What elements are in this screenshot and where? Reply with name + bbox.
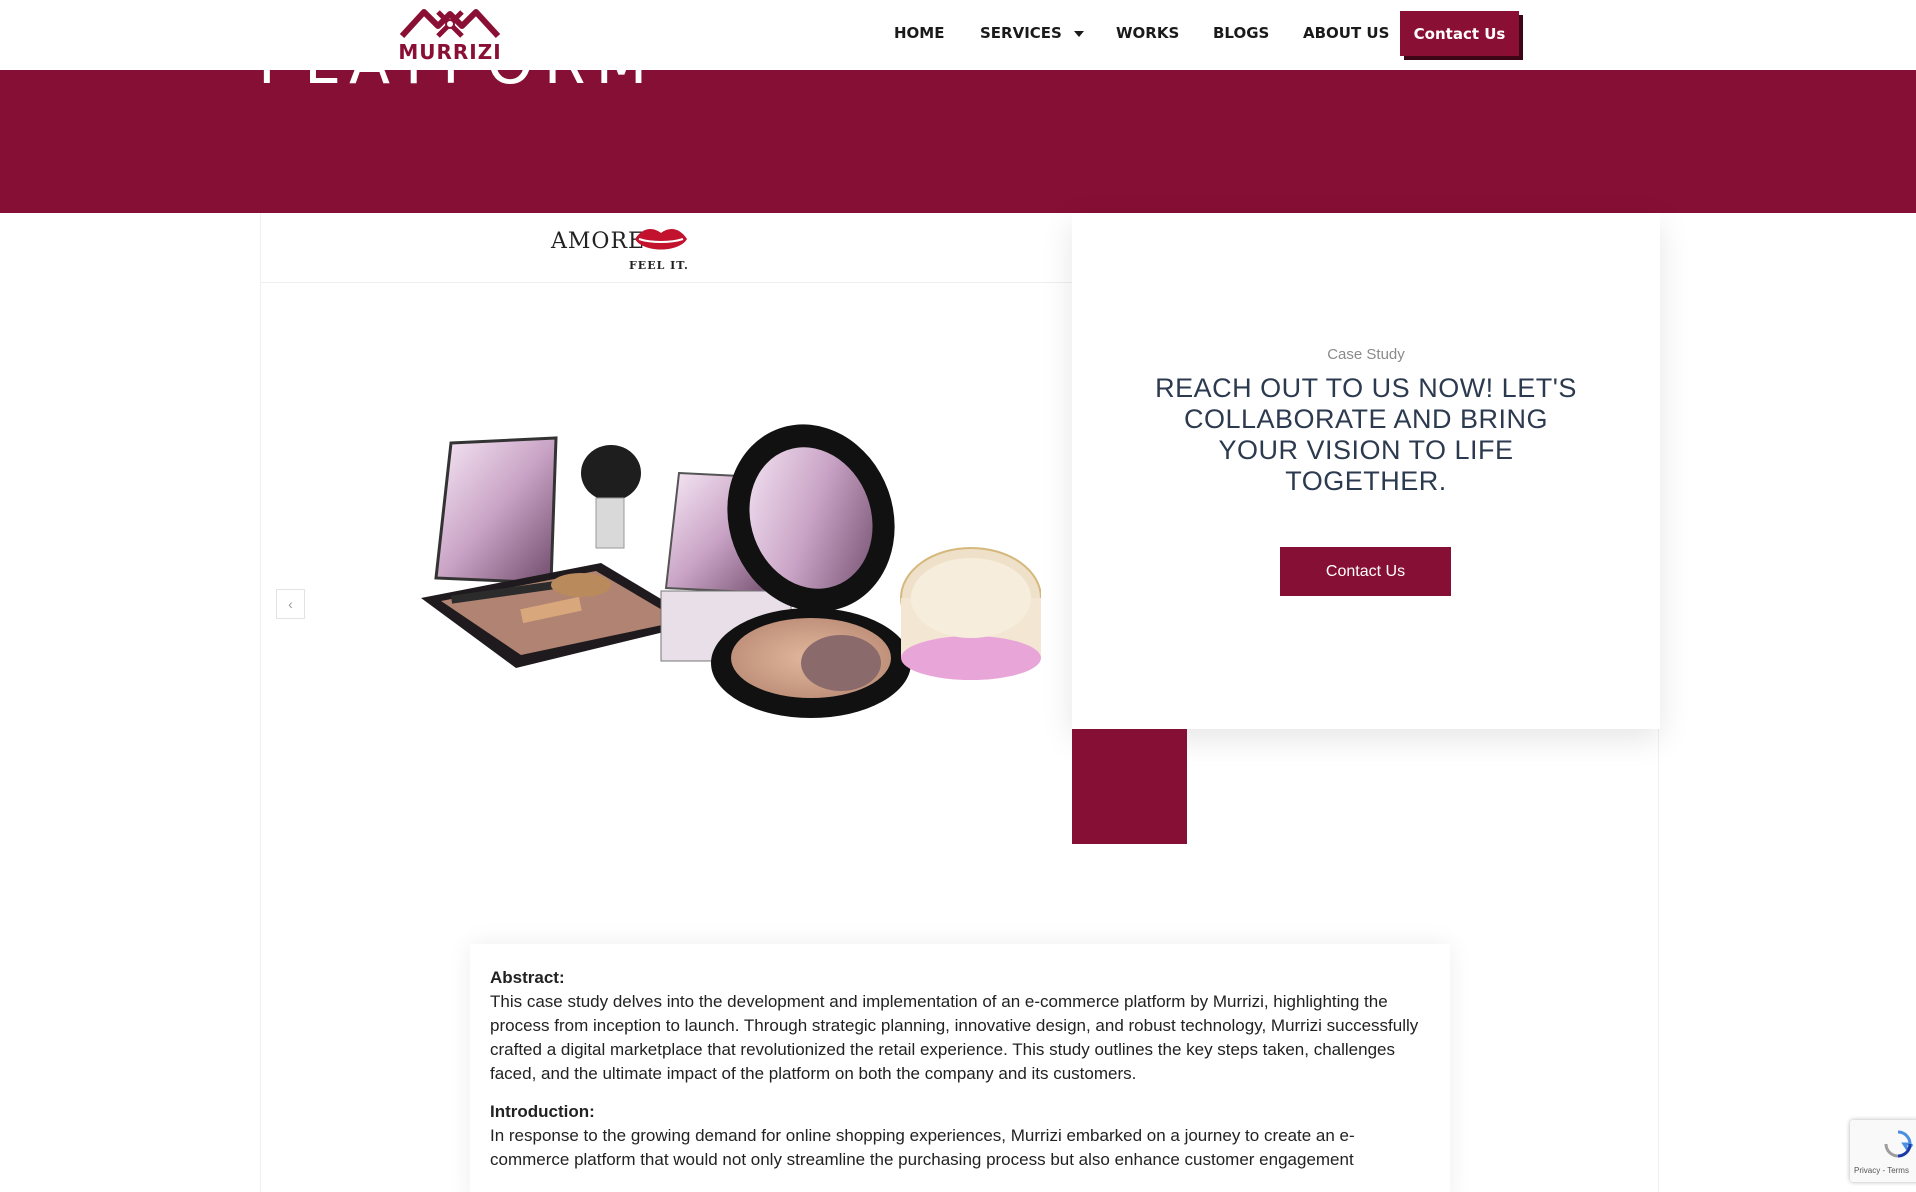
header-contact-button[interactable]: Contact Us	[1400, 11, 1519, 56]
page: MURRIZI HOME SERVICES WORKS BLOGS ABOUT …	[0, 0, 1916, 1192]
chevron-down-icon	[1073, 30, 1084, 37]
recaptcha-icon	[1884, 1130, 1914, 1158]
hero-title: PLATFORM	[258, 70, 657, 98]
nav-services[interactable]: SERVICES	[980, 24, 1084, 42]
brand-strip: AMORE FEEL IT.	[261, 213, 1072, 283]
nav-services-label: SERVICES	[980, 24, 1062, 42]
site-header: MURRIZI HOME SERVICES WORKS BLOGS ABOUT …	[0, 0, 1916, 70]
article-box: Abstract: This case study delves into th…	[470, 944, 1450, 1192]
recaptcha-badge[interactable]: Privacy - Terms	[1850, 1120, 1916, 1182]
murrizi-logo[interactable]: MURRIZI	[398, 4, 502, 64]
nav-home[interactable]: HOME	[894, 24, 944, 42]
recaptcha-links[interactable]: Privacy - Terms	[1854, 1166, 1909, 1175]
brand-tagline: FEEL IT.	[629, 259, 689, 272]
hero-banner: PLATFORM	[0, 70, 1916, 213]
nav-blogs[interactable]: BLOGS	[1213, 24, 1269, 42]
slider-prev-button[interactable]: ‹	[276, 589, 305, 619]
card-contact-button[interactable]: Contact Us	[1280, 547, 1451, 596]
intro-body: In response to the growing demand for on…	[490, 1126, 1355, 1169]
lips-icon	[635, 229, 687, 250]
nav-works[interactable]: WORKS	[1116, 24, 1179, 42]
makeup-product-photo	[421, 424, 1041, 718]
intro-heading: Introduction:	[490, 1102, 595, 1121]
accent-square	[1072, 729, 1187, 844]
card-label: Case Study	[1327, 346, 1405, 363]
chevron-left-icon: ‹	[288, 596, 293, 612]
case-study-card: Case Study REACH OUT TO US NOW! LET'S CO…	[1072, 213, 1660, 729]
logo-text: MURRIZI	[398, 40, 502, 64]
abstract-heading: Abstract:	[490, 968, 565, 987]
abstract-body: This case study delves into the developm…	[490, 992, 1419, 1083]
image-slider: AMORE FEEL IT. ‹	[261, 213, 1072, 845]
nav-about[interactable]: ABOUT US	[1303, 24, 1389, 42]
logo-mark-icon	[399, 9, 501, 39]
card-title: REACH OUT TO US NOW! LET'S COLLABORATE A…	[1155, 373, 1577, 496]
